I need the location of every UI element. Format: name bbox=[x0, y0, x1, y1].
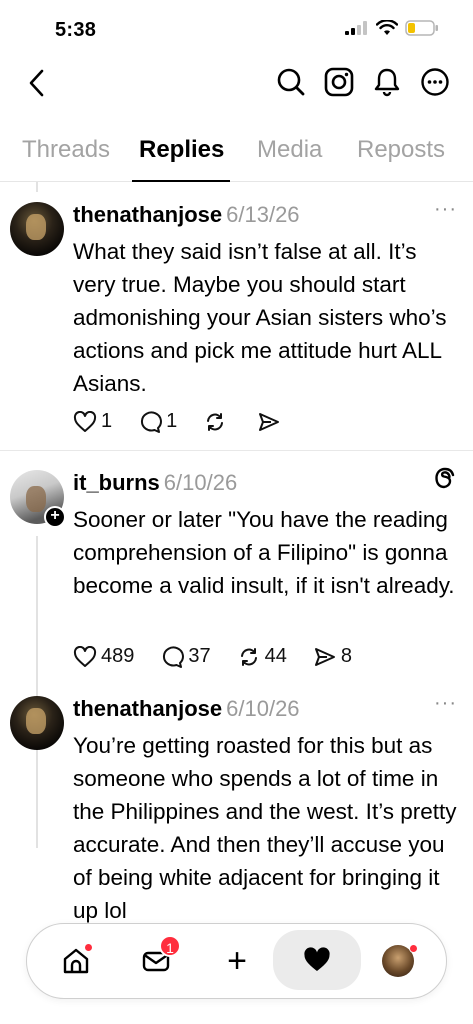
like-count: 489 bbox=[101, 645, 135, 667]
repost-icon bbox=[207, 412, 224, 431]
repost-icon bbox=[240, 647, 257, 666]
tab-reposts[interactable]: Reposts bbox=[357, 136, 445, 164]
profile-notification-dot bbox=[409, 944, 418, 953]
repost-count: 44 bbox=[264, 645, 287, 667]
post-date: 6/10/26 bbox=[226, 696, 300, 721]
reply-button[interactable]: 37 bbox=[160, 645, 211, 668]
search-icon bbox=[277, 68, 305, 96]
avatar-face bbox=[26, 214, 46, 240]
active-tab-indicator bbox=[132, 180, 230, 182]
post-more-button[interactable]: ··· bbox=[434, 198, 457, 221]
post-header: thenathanjose 6/10/26 bbox=[73, 696, 300, 722]
nav-activity[interactable] bbox=[273, 930, 361, 990]
profile-tabs: Threads Replies Media Reposts bbox=[0, 130, 473, 182]
share-button[interactable]: 8 bbox=[313, 645, 352, 668]
send-icon bbox=[259, 412, 280, 431]
top-nav bbox=[0, 58, 473, 110]
signal-icon bbox=[345, 21, 367, 35]
comment-icon bbox=[141, 410, 163, 433]
nav-actions bbox=[275, 66, 451, 98]
avatar[interactable] bbox=[10, 202, 64, 256]
chevron-left-icon bbox=[29, 69, 44, 97]
instagram-icon bbox=[324, 67, 354, 97]
username[interactable]: thenathanjose bbox=[73, 202, 222, 227]
nav-new-post[interactable]: + bbox=[214, 938, 260, 984]
more-circle-icon bbox=[421, 68, 449, 96]
messages-badge: 1 bbox=[159, 935, 181, 957]
like-count: 1 bbox=[101, 410, 113, 432]
like-button[interactable]: 489 bbox=[73, 645, 134, 668]
like-button[interactable]: 1 bbox=[73, 410, 112, 433]
avatar-face bbox=[26, 486, 46, 512]
battery-icon bbox=[405, 20, 438, 36]
nav-profile[interactable] bbox=[375, 938, 421, 984]
repost-button[interactable]: 44 bbox=[237, 645, 287, 668]
post-actions: 489 37 44 8 bbox=[73, 645, 378, 668]
post-header: thenathanjose 6/13/26 bbox=[73, 202, 300, 228]
status-icons bbox=[345, 20, 439, 36]
post-more-button[interactable]: ··· bbox=[434, 692, 457, 715]
post-body: What they said isn’t false at all. It’s … bbox=[73, 239, 447, 396]
status-time: 5:38 bbox=[55, 19, 97, 41]
notifications-button[interactable] bbox=[371, 66, 403, 98]
search-button[interactable] bbox=[275, 66, 307, 98]
send-icon bbox=[314, 647, 335, 666]
heart-icon bbox=[73, 410, 97, 432]
repost-button[interactable] bbox=[203, 411, 231, 433]
threads-logo-icon bbox=[435, 467, 455, 489]
nav-home[interactable] bbox=[53, 938, 99, 984]
post-header: it_burns 6/10/26 bbox=[73, 470, 237, 496]
share-button[interactable] bbox=[257, 411, 285, 433]
nav-messages[interactable]: 1 bbox=[133, 935, 181, 984]
post-divider bbox=[0, 450, 473, 451]
reply-count: 1 bbox=[166, 410, 178, 432]
share-count: 8 bbox=[340, 645, 352, 667]
tab-threads[interactable]: Threads bbox=[22, 136, 110, 164]
follow-plus-button[interactable]: + bbox=[44, 506, 66, 528]
username[interactable]: thenathanjose bbox=[73, 696, 222, 721]
tab-replies[interactable]: Replies bbox=[139, 136, 224, 164]
post-body: You’re getting roasted for this but as s… bbox=[73, 733, 457, 923]
more-options-button[interactable] bbox=[419, 66, 451, 98]
bottom-nav: 1 + bbox=[26, 923, 447, 999]
avatar[interactable] bbox=[10, 696, 64, 750]
thread-connector bbox=[36, 536, 38, 848]
post-date: 6/13/26 bbox=[226, 202, 300, 227]
thread-connector bbox=[36, 182, 38, 192]
reply-button[interactable]: 1 bbox=[138, 410, 177, 433]
bell-icon bbox=[374, 68, 400, 97]
post-date: 6/10/26 bbox=[163, 470, 238, 495]
reply-count: 37 bbox=[188, 645, 211, 667]
comment-icon bbox=[163, 645, 185, 668]
heart-icon bbox=[73, 645, 97, 667]
wifi-icon bbox=[376, 20, 398, 35]
heart-filled-icon bbox=[304, 947, 330, 971]
avatar-face bbox=[26, 708, 46, 734]
back-button[interactable] bbox=[20, 66, 54, 100]
tab-media[interactable]: Media bbox=[257, 136, 322, 164]
status-bar: 5:38 bbox=[0, 0, 473, 56]
home-notification-dot bbox=[84, 943, 93, 952]
post-actions: 1 1 bbox=[73, 410, 311, 433]
username[interactable]: it_burns bbox=[73, 470, 160, 495]
instagram-button[interactable] bbox=[323, 66, 355, 98]
post-body: Sooner or later "You have the reading co… bbox=[73, 507, 455, 598]
